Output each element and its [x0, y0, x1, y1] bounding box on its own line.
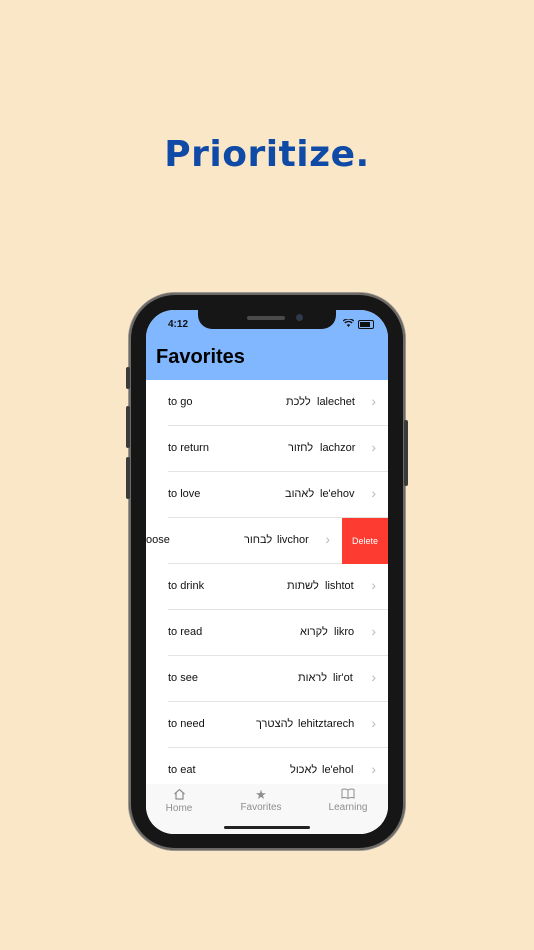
- english-word: to love: [168, 488, 201, 500]
- chevron-right-icon: ›: [325, 531, 330, 547]
- phone-volume-up: [126, 406, 130, 448]
- transliteration: lalechet: [317, 396, 355, 408]
- app-screen: 4:12 Favorites to go ללכת lalechet › to …: [146, 310, 388, 834]
- table-row[interactable]: to go ללכת lalechet ›: [146, 380, 388, 426]
- english-word: to read: [168, 626, 203, 638]
- english-word: to need: [168, 718, 205, 730]
- phone-power-button: [404, 420, 408, 486]
- star-icon: ★: [255, 787, 267, 802]
- tab-home[interactable]: Home: [164, 788, 194, 814]
- hebrew-word: לחזור: [288, 442, 314, 454]
- transliteration: le'ehov: [320, 488, 355, 500]
- tab-favorites-label: Favorites: [240, 802, 282, 813]
- chevron-right-icon: ›: [371, 669, 376, 685]
- table-row[interactable]: to love לאהוב le'ehov ›: [146, 472, 388, 518]
- phone-mute-switch: [126, 367, 130, 389]
- chevron-right-icon: ›: [371, 761, 376, 777]
- transliteration: le'ehol: [322, 764, 354, 776]
- hebrew-word: לקרוא: [300, 626, 328, 638]
- hebrew-word: לבחור: [244, 534, 273, 546]
- transliteration: likro: [334, 626, 355, 638]
- hebrew-word: לשתות: [287, 580, 319, 592]
- english-word: oose: [146, 534, 170, 546]
- tab-learning[interactable]: Learning: [326, 788, 370, 813]
- transliteration: livchor: [277, 534, 309, 546]
- chevron-right-icon: ›: [371, 439, 376, 455]
- hebrew-word: ללכת: [286, 396, 311, 408]
- chevron-right-icon: ›: [371, 485, 376, 501]
- nav-header: 4:12 Favorites: [146, 310, 388, 380]
- phone-notch: [198, 310, 336, 329]
- wifi-icon: [342, 318, 355, 329]
- favorites-list: to go ללכת lalechet › to return לחזור la…: [146, 380, 388, 794]
- hebrew-word: לאכול: [290, 764, 318, 776]
- headline: Prioritize.: [164, 134, 370, 175]
- page-title: Favorites: [156, 346, 245, 368]
- transliteration: lishtot: [325, 580, 354, 592]
- english-word: to go: [168, 396, 193, 408]
- home-indicator: [224, 826, 310, 829]
- book-icon: [326, 788, 370, 802]
- table-row-swiped[interactable]: oose לבחור livchor › Delete: [146, 518, 388, 564]
- english-word: to return: [168, 442, 209, 454]
- delete-button[interactable]: Delete: [342, 518, 388, 564]
- transliteration: lehitztarech: [298, 718, 355, 730]
- english-word: to see: [168, 672, 198, 684]
- tab-favorites[interactable]: ★ Favorites: [238, 787, 284, 814]
- table-row[interactable]: to return לחזור lachzor ›: [146, 426, 388, 472]
- chevron-right-icon: ›: [371, 623, 376, 639]
- camera-icon: [296, 314, 303, 321]
- house-icon: [164, 788, 194, 803]
- speaker-grille: [247, 316, 285, 320]
- chevron-right-icon: ›: [371, 715, 376, 731]
- hebrew-word: לאהוב: [285, 488, 315, 500]
- table-row[interactable]: to see לראות lir'ot ›: [146, 656, 388, 702]
- battery-icon: [358, 319, 374, 329]
- transliteration: lir'ot: [333, 672, 353, 684]
- tab-home-label: Home: [165, 803, 193, 814]
- hebrew-word: לראות: [298, 672, 328, 684]
- table-row[interactable]: to need להצטרך lehitztarech ›: [146, 702, 388, 748]
- tab-learning-label: Learning: [328, 802, 368, 813]
- chevron-right-icon: ›: [371, 393, 376, 409]
- english-word: to drink: [168, 580, 205, 592]
- table-row[interactable]: to drink לשתות lishtot ›: [146, 564, 388, 610]
- chevron-right-icon: ›: [371, 577, 376, 593]
- status-time: 4:12: [168, 319, 189, 330]
- english-word: to eat: [168, 764, 196, 776]
- transliteration: lachzor: [320, 442, 356, 454]
- phone-volume-down: [126, 457, 130, 499]
- table-row[interactable]: to read לקרוא likro ›: [146, 610, 388, 656]
- hebrew-word: להצטרך: [256, 718, 294, 730]
- status-icons: [342, 318, 374, 329]
